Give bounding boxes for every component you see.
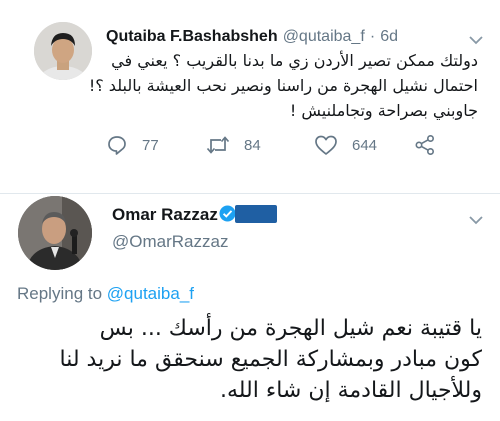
separator-dot: ·: [369, 28, 376, 45]
reply-button[interactable]: 77: [106, 134, 159, 156]
mention-link[interactable]: @qutaiba_f: [107, 284, 194, 303]
tweet-text: دولتك ممكن تصير الأردن زي ما بدنا بالقري…: [88, 48, 478, 123]
chevron-down-icon[interactable]: [469, 30, 483, 49]
heart-icon: [314, 134, 338, 156]
author-name[interactable]: Omar Razzaz: [112, 205, 218, 225]
tweet-text-line: جاوبني بصراحة وتجاملنيش !: [289, 101, 478, 120]
tweet-timestamp[interactable]: 6d: [380, 28, 398, 45]
tweet-header: Qutaiba F.Bashabsheh @qutaiba_f · 6d: [106, 26, 398, 46]
like-count: 644: [352, 136, 378, 154]
avatar[interactable]: [34, 22, 92, 80]
share-icon: [414, 134, 436, 156]
like-button[interactable]: 644: [314, 134, 377, 156]
retweet-button[interactable]: 84: [206, 134, 261, 156]
replying-to: Replying to @qutaiba_f: [17, 284, 194, 304]
share-button[interactable]: [414, 134, 436, 156]
reply-count: 77: [142, 136, 159, 154]
reply-text: يا قتيبة نعم شيل الهجرة من رأسك ... بس ك…: [30, 313, 482, 406]
tweet-text-line: دولتك ممكن تصير الأردن زي ما بدنا بالقري…: [111, 51, 478, 70]
reply-text-line: وللأجيال القادمة إن شاء الله.: [219, 378, 482, 403]
retweet-count: 84: [244, 136, 261, 154]
author-name[interactable]: Qutaiba F.Bashabsheh: [106, 28, 278, 45]
verified-badge-icon: [219, 205, 236, 226]
avatar[interactable]: [18, 196, 92, 270]
tweet-text-line: احتمال نشيل الهجرة من راسنا ونصير نحب ال…: [88, 76, 478, 95]
reply-text-line: كون مبادر وبمشاركة الجميع سنحقق ما نريد …: [59, 347, 482, 372]
author-handle[interactable]: @OmarRazzaz: [112, 232, 228, 252]
tweet-divider: [0, 193, 500, 194]
reply-text-line: يا قتيبة نعم شيل الهجرة من رأسك ... بس: [99, 316, 482, 341]
original-tweet[interactable]: Qutaiba F.Bashabsheh @qutaiba_f · 6d دول…: [0, 0, 500, 193]
watermark-logo: [235, 205, 277, 223]
chevron-down-icon[interactable]: [469, 210, 483, 229]
retweet-icon: [206, 134, 230, 156]
author-handle[interactable]: @qutaiba_f: [283, 28, 365, 45]
replying-prefix: Replying to: [17, 284, 103, 303]
tweet-actions: 77 84 644: [106, 134, 486, 158]
reply-icon: [106, 134, 128, 156]
